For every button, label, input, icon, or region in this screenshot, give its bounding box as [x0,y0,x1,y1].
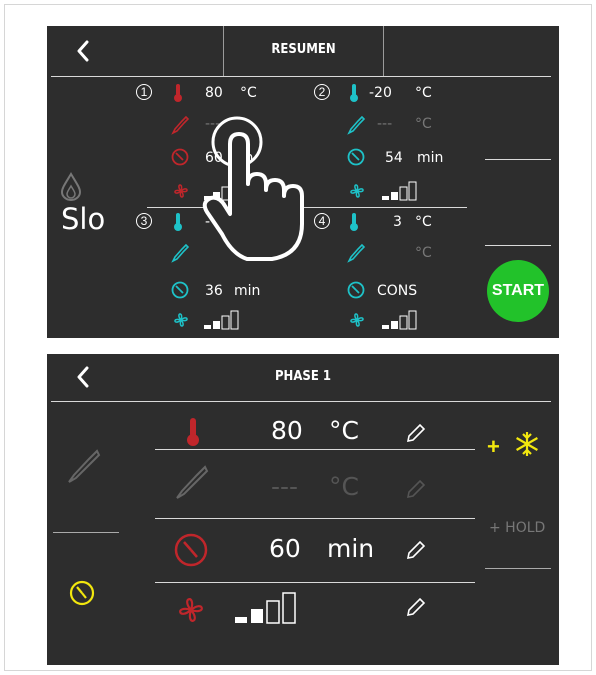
side-text: Slo [61,202,106,236]
clock-icon [347,281,365,299]
temp-unit: °C [329,416,359,445]
back-button[interactable] [75,40,91,62]
time-unit: min [327,534,375,563]
fan-icon [174,313,188,327]
phase-temp: 3 [393,214,402,230]
phase-number: 1 [136,84,152,100]
back-button[interactable] [75,366,91,388]
phase-time-unit: min [234,283,261,299]
probe-icon [176,465,209,499]
probe-icon[interactable] [65,448,101,484]
add-cool-plus[interactable]: + [487,434,500,460]
page-title: PHASE 1 [274,369,332,384]
clock-icon [171,281,189,299]
thermometer-icon [350,213,358,231]
phase-temp-unit: °C [240,85,257,101]
thermometer-icon [174,84,182,102]
start-button[interactable]: START [487,260,549,322]
phase-probe-unit: °C [415,116,432,132]
probe-value[interactable]: --- [271,472,298,501]
thermometer-icon [350,84,358,102]
phase-time: CONS [377,283,418,299]
phase-temp-unit: °C [415,214,432,230]
clock-icon [347,148,365,166]
fan-icon [350,313,364,327]
fan-level-bars [382,310,417,330]
probe-icon [347,115,365,135]
phase-probe: --- [377,116,393,132]
pencil-icon[interactable] [405,539,427,561]
fan-icon [174,184,188,198]
phase-time: 36 [205,283,223,299]
phase-time: 54 [385,150,403,166]
clock-icon [171,148,189,166]
time-value[interactable]: 60 [269,534,301,563]
phase-number: 2 [314,84,330,100]
fan-level-bars[interactable] [233,591,305,625]
temp-value[interactable]: 80 [271,416,303,445]
snowflake-icon[interactable] [513,430,541,458]
probe-icon [171,115,189,135]
chevron-left-icon [77,40,89,62]
thermometer-icon [187,418,199,446]
probe-icon [347,243,365,263]
pencil-icon[interactable] [405,596,427,618]
resumen-screen: RESUMEN Slo 1 80 °C --- 60 min 2 -20 °C … [47,26,559,338]
fan-icon [350,184,364,198]
fan-level-bars [204,310,239,330]
chevron-left-icon [77,366,89,388]
phase1-screen: PHASE 1 80 °C --- °C 60 min + + HOLD [47,354,559,665]
phase-time-unit: min [417,150,444,166]
pencil-icon[interactable] [405,478,427,500]
drop-icon [60,172,82,201]
hand-pointer-icon [202,116,304,261]
phase-temp-unit: °C [415,85,432,101]
clock-icon[interactable] [69,580,95,606]
phase-temp: 80 [205,85,223,101]
probe-icon [171,243,189,263]
fan-icon [179,598,203,622]
phase-temp: -20 [369,85,392,101]
page-title: RESUMEN [271,42,336,57]
pencil-icon[interactable] [405,422,427,444]
phase-probe-unit: °C [415,245,432,261]
hold-button[interactable]: + HOLD [489,520,545,536]
clock-icon [174,533,208,567]
fan-level-bars [382,181,417,201]
thermometer-icon [174,213,182,231]
probe-unit: °C [329,472,359,501]
phase-number: 3 [136,213,152,229]
